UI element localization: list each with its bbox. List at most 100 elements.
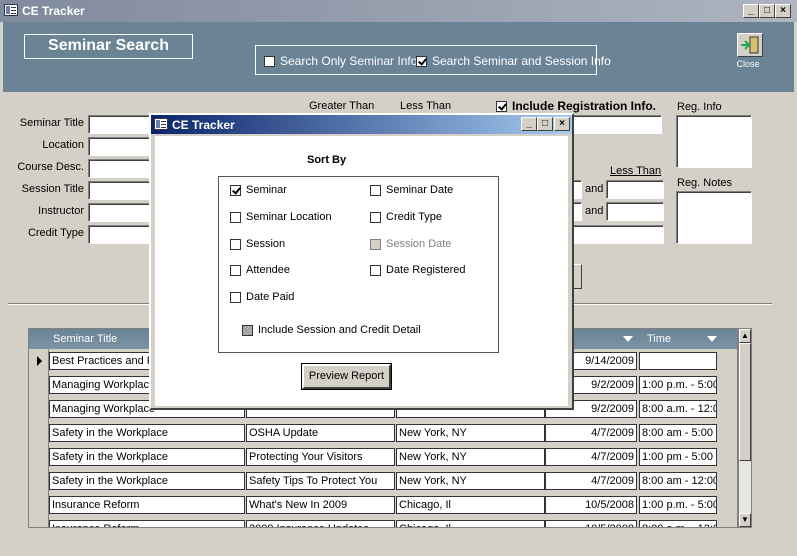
sort-arrow-icon[interactable] [707, 336, 717, 342]
table-cell[interactable]: 8:00 a.m. - 12:0 [639, 520, 717, 527]
table-cell[interactable]: Insurance Reform [49, 496, 245, 514]
table-cell[interactable]: Safety in the Workplace [49, 448, 245, 466]
reg-info-field[interactable] [676, 115, 752, 168]
grid-scrollbar[interactable]: ▲ ▼ [738, 328, 752, 528]
table-row[interactable]: Safety in the Workplace Protecting Your V… [29, 445, 737, 469]
sort-attendee-option[interactable]: Attendee [230, 264, 290, 276]
option-label: Search Seminar and Session Info [432, 54, 611, 68]
dialog-maximize-button[interactable]: □ [537, 117, 553, 131]
table-cell[interactable]: 8:00 am - 12:00 [639, 472, 717, 490]
credit-type-field[interactable] [88, 225, 152, 244]
table-row[interactable]: Insurance Reform What's New In 2009 Chicag… [29, 493, 737, 517]
checkbox-checked-icon[interactable] [416, 56, 427, 68]
table-cell[interactable]: 2009 Insurance Updates [246, 520, 395, 527]
checkbox-checked-icon[interactable] [230, 184, 241, 196]
door-exit-icon [741, 36, 759, 54]
sort-seminar-option[interactable]: Seminar [230, 184, 287, 196]
session-title-field[interactable] [88, 181, 152, 200]
close-window-button[interactable]: × [775, 4, 791, 18]
checkbox-icon[interactable] [370, 184, 381, 196]
sort-date-registered-option[interactable]: Date Registered [370, 264, 466, 276]
close-form-button[interactable] [737, 33, 763, 57]
table-cell[interactable]: 4/7/2009 [545, 448, 637, 466]
row-selector[interactable] [29, 397, 49, 421]
dialog-titlebar: CE Tracker _ □ × [151, 115, 572, 134]
dialog-close-button[interactable]: × [554, 117, 570, 131]
and-label-2: and [585, 205, 604, 217]
checkbox-icon[interactable] [370, 211, 381, 223]
sort-session-option[interactable]: Session [230, 238, 285, 250]
row-selector[interactable] [29, 469, 49, 493]
scroll-down-icon[interactable]: ▼ [739, 513, 751, 527]
sort-credit-type-option[interactable]: Credit Type [370, 211, 442, 223]
table-cell[interactable]: 1:00 p.m. - 5:00 [639, 376, 717, 394]
table-cell[interactable]: 8:00 am - 5:00 p [639, 424, 717, 442]
table-row[interactable]: Safety in the Workplace Safety Tips To Pr… [29, 469, 737, 493]
include-detail-option[interactable]: Include Session and Credit Detail [242, 324, 421, 336]
table-cell[interactable]: Safety in the Workplace [49, 472, 245, 490]
table-cell[interactable]: OSHA Update [246, 424, 395, 442]
row-selector[interactable] [29, 493, 49, 517]
preview-report-button[interactable]: Preview Report [302, 364, 391, 389]
checkbox-checked-icon[interactable] [496, 101, 507, 113]
checkbox-icon[interactable] [370, 264, 381, 276]
table-cell[interactable]: Chicago, Il [396, 496, 545, 514]
row-selector[interactable] [29, 445, 49, 469]
dialog-minimize-button[interactable]: _ [521, 117, 537, 131]
checkbox-icon[interactable] [230, 291, 241, 303]
table-cell[interactable]: New York, NY [396, 448, 545, 466]
reg-type-field[interactable] [572, 225, 664, 244]
location-field[interactable] [88, 137, 152, 156]
table-row[interactable]: Insurance Reform2009 Insurance UpdatesCh… [29, 517, 737, 527]
table-cell[interactable]: Chicago, Il [396, 520, 545, 527]
sort-arrow-icon[interactable] [623, 336, 633, 342]
table-cell[interactable] [639, 352, 717, 370]
row-selector[interactable] [29, 373, 49, 397]
table-cell[interactable]: 4/7/2009 [545, 472, 637, 490]
table-cell[interactable]: 1:00 p.m. - 5:00 [639, 496, 717, 514]
checkbox-icon[interactable] [230, 211, 241, 223]
table-cell[interactable]: 8:00 a.m. - 12:0 [639, 400, 717, 418]
table-cell[interactable]: Safety Tips To Protect You [246, 472, 395, 490]
table-cell[interactable]: 10/5/2008 [545, 520, 637, 527]
row-selector[interactable] [29, 421, 49, 445]
app-icon [4, 4, 18, 16]
option-label: Seminar Location [246, 211, 332, 223]
dialog-title: CE Tracker [172, 118, 235, 132]
table-cell[interactable]: New York, NY [396, 424, 545, 442]
col-seminar-title[interactable]: Seminar Title [53, 333, 117, 345]
sort-seminar-date-option[interactable]: Seminar Date [370, 184, 453, 196]
sort-seminar-location-option[interactable]: Seminar Location [230, 211, 332, 223]
row-selector[interactable] [29, 349, 49, 373]
seminar-title-field[interactable] [88, 115, 152, 134]
table-cell[interactable]: 10/5/2008 [545, 496, 637, 514]
include-registration-option[interactable]: Include Registration Info. [496, 99, 656, 113]
table-cell[interactable]: What's New In 2009 [246, 496, 395, 514]
search-seminar-session-option[interactable]: Search Seminar and Session Info [416, 54, 611, 68]
reg-notes-field[interactable] [676, 191, 752, 244]
minimize-button[interactable]: _ [743, 4, 759, 18]
table-cell[interactable]: Insurance Reform [49, 520, 245, 527]
sort-date-paid-option[interactable]: Date Paid [230, 291, 294, 303]
checkbox-indeterminate-icon[interactable] [242, 324, 253, 336]
reg-filter-field[interactable] [572, 115, 662, 134]
table-cell[interactable]: Safety in the Workplace [49, 424, 245, 442]
checkbox-icon[interactable] [230, 264, 241, 276]
table-cell[interactable]: New York, NY [396, 472, 545, 490]
table-cell[interactable]: Protecting Your Visitors [246, 448, 395, 466]
maximize-button[interactable]: □ [759, 4, 775, 18]
col-time[interactable]: Time [647, 333, 671, 345]
checkbox-icon[interactable] [230, 238, 241, 250]
search-only-seminar-option[interactable]: Search Only Seminar Info [264, 54, 417, 68]
reg-date-to-field[interactable] [606, 180, 664, 199]
table-cell[interactable]: 1:00 pm - 5:00 p [639, 448, 717, 466]
scroll-thumb[interactable] [739, 343, 751, 461]
table-row[interactable]: Safety in the Workplace OSHA Update New Yo… [29, 421, 737, 445]
instructor-field[interactable] [88, 203, 152, 222]
checkbox-icon[interactable] [264, 56, 275, 68]
course-desc-field[interactable] [88, 159, 152, 178]
row-selector[interactable] [29, 517, 49, 527]
paid-date-to-field[interactable] [606, 202, 664, 221]
scroll-up-icon[interactable]: ▲ [739, 329, 751, 343]
table-cell[interactable]: 4/7/2009 [545, 424, 637, 442]
